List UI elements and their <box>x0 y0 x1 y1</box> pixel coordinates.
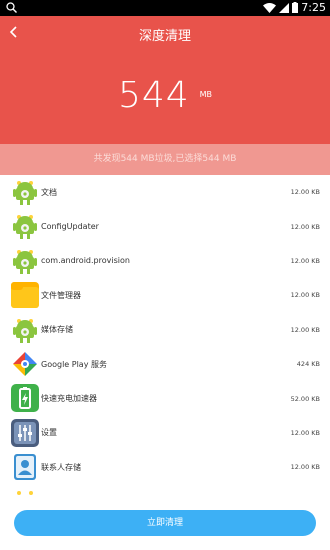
header: 深度清理 544 MB <box>0 16 330 144</box>
search-icon <box>6 2 17 13</box>
junk-size-unit: MB <box>199 90 213 99</box>
list-item[interactable]: 文件管理器 12.00 KB <box>0 278 330 312</box>
android-robot-icon <box>17 490 33 495</box>
signal-icon <box>279 2 290 13</box>
google-play-services-icon <box>13 351 37 376</box>
junk-size-display: 544 MB <box>0 76 330 116</box>
list-item[interactable]: 文档 12.00 KB <box>0 175 330 209</box>
item-name: 设置 <box>41 428 57 438</box>
list-item[interactable]: 媒体存储 12.00 KB <box>0 313 330 347</box>
item-size: 12.00 KB <box>290 222 320 231</box>
scan-summary: 共发现544 MB垃圾,已选择544 MB <box>0 144 330 175</box>
item-name: 文件管理器 <box>41 290 81 300</box>
contacts-icon <box>14 454 36 481</box>
junk-size-value: 544 <box>117 75 190 116</box>
item-size: 52.00 KB <box>290 394 320 403</box>
item-size: 12.00 KB <box>290 325 320 334</box>
list-item[interactable]: ConfigUpdater 12.00 KB <box>0 209 330 243</box>
status-bar: 7:25 <box>0 0 330 16</box>
item-size: 12.00 KB <box>290 291 320 300</box>
item-size: 12.00 KB <box>290 188 320 197</box>
item-name: com.android.provision <box>41 256 130 266</box>
status-time: 7:25 <box>301 1 326 14</box>
item-size: 12.00 KB <box>290 428 320 437</box>
item-size: 12.00 KB <box>290 463 320 472</box>
item-size: 12.00 KB <box>290 256 320 265</box>
item-name: 联系人存储 <box>41 462 81 472</box>
item-name: ConfigUpdater <box>41 222 99 232</box>
item-name: 文档 <box>41 187 57 197</box>
wifi-icon <box>263 2 277 13</box>
item-name: 快速充电加速器 <box>41 394 97 404</box>
list-item[interactable]: 快速充电加速器 52.00 KB <box>0 381 330 415</box>
battery-icon <box>292 2 299 13</box>
list-item[interactable]: 联系人存储 12.00 KB <box>0 450 330 484</box>
list-item[interactable]: 设置 12.00 KB <box>0 416 330 450</box>
battery-charge-icon <box>11 384 39 413</box>
page-title: 深度清理 <box>138 29 191 44</box>
clean-now-button[interactable]: 立即清理 <box>14 510 316 536</box>
item-size: 424 KB <box>296 360 320 369</box>
folder-icon <box>11 282 39 309</box>
android-robot-icon <box>13 318 37 343</box>
settings-sliders-icon <box>11 418 39 447</box>
item-name: 媒体存储 <box>41 325 73 335</box>
junk-item-list: 文档 12.00 KB ConfigUpdater 12.00 KB com.a… <box>0 175 330 495</box>
list-item-partial <box>0 485 330 495</box>
item-name: Google Play 服务 <box>41 359 107 369</box>
android-robot-icon <box>13 215 37 240</box>
android-robot-icon <box>13 249 37 274</box>
list-item[interactable]: com.android.provision 12.00 KB <box>0 244 330 278</box>
android-robot-icon <box>13 181 37 205</box>
list-item[interactable]: Google Play 服务 424 KB <box>0 347 330 381</box>
